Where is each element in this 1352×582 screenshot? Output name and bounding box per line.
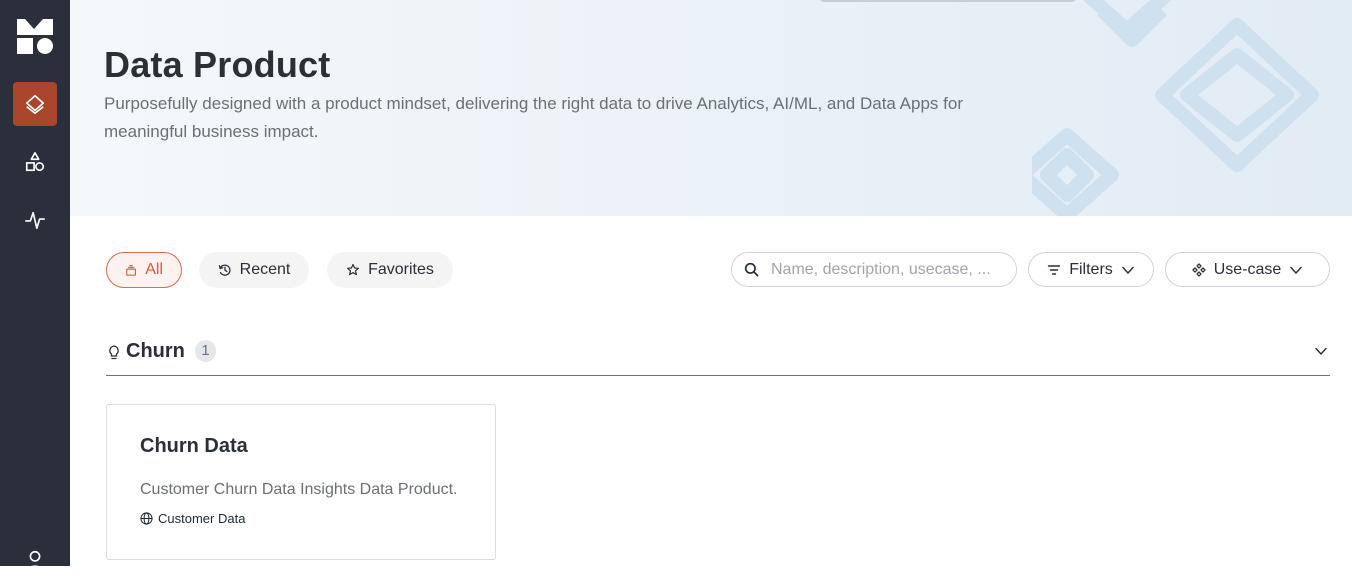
window-edge (820, 0, 1076, 2)
history-icon (218, 264, 231, 276)
tab-recent-label: Recent (239, 261, 291, 278)
section-title: Churn (126, 340, 185, 362)
card-title: Churn Data (140, 435, 248, 457)
filters-dropdown[interactable]: Filters (1028, 252, 1154, 287)
activity-icon (25, 211, 45, 230)
card-description: Customer Churn Data Insights Data Produc… (140, 481, 458, 498)
usecase-dropdown[interactable]: Use-case (1165, 252, 1330, 287)
tab-favorites[interactable]: Favorites (327, 252, 453, 288)
globe-icon (140, 512, 153, 525)
usecase-section-header[interactable]: Churn 1 (106, 336, 1330, 376)
tab-recent[interactable]: Recent (199, 252, 309, 288)
hero-decoration (1032, 0, 1319, 216)
usecase-label: Use-case (1213, 260, 1282, 278)
filters-label: Filters (1069, 260, 1113, 278)
layers-icon (25, 94, 45, 114)
dataos-logo[interactable] (17, 17, 53, 55)
sidebar-item-resources[interactable] (13, 140, 57, 184)
search-box (731, 252, 1017, 287)
stack-icon (126, 265, 137, 276)
chevron-down-icon (1290, 266, 1303, 274)
chevron-down-icon (1122, 266, 1134, 274)
page-title: Data Product (104, 44, 331, 85)
star-icon (347, 263, 360, 276)
sidebar-item-profile[interactable] (13, 538, 57, 582)
chevron-down-icon[interactable] (1314, 344, 1328, 358)
user-icon (25, 550, 45, 571)
data-product-card[interactable]: Churn Data Customer Churn Data Insights … (106, 404, 496, 560)
count-badge: 1 (195, 340, 216, 362)
search-input[interactable] (769, 259, 1003, 280)
shapes-icon (25, 152, 45, 172)
search-icon (744, 262, 759, 277)
sidebar-item-data-products[interactable] (13, 82, 57, 126)
lightbulb-icon (109, 345, 119, 360)
page-subtitle: Purposefully designed with a product min… (104, 94, 963, 141)
card-tag-label: Customer Data (158, 511, 246, 526)
sidebar (0, 0, 70, 571)
tab-all[interactable]: All (106, 252, 182, 288)
usecase-icon (1192, 262, 1206, 277)
sidebar-item-observability[interactable] (13, 198, 57, 242)
filter-icon (1048, 264, 1061, 275)
card-tag: Customer Data (140, 511, 245, 526)
tab-all-label: All (145, 261, 163, 278)
tab-favorites-label: Favorites (368, 261, 434, 278)
